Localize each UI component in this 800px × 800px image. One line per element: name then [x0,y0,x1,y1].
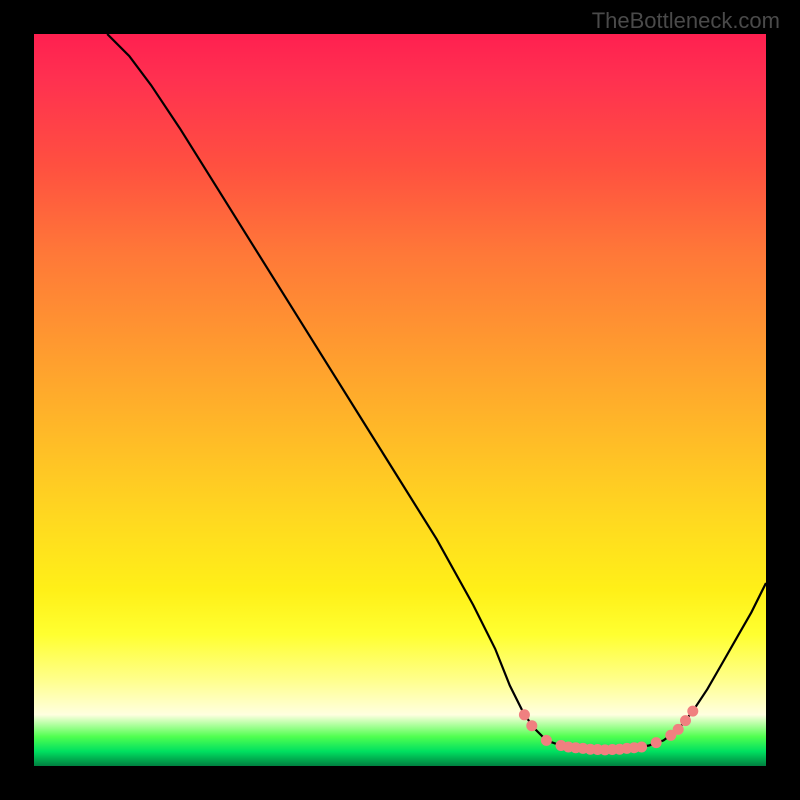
data-marker [680,715,691,726]
data-marker [526,720,537,731]
data-marker [541,735,552,746]
data-marker [651,737,662,748]
chart-plot-area [34,34,766,766]
bottleneck-curve [107,34,766,750]
data-markers [519,706,698,756]
data-marker [519,709,530,720]
data-marker [636,742,647,753]
curve-layer [34,34,766,766]
data-marker [687,706,698,717]
watermark: TheBottleneck.com [592,8,780,34]
data-marker [673,724,684,735]
